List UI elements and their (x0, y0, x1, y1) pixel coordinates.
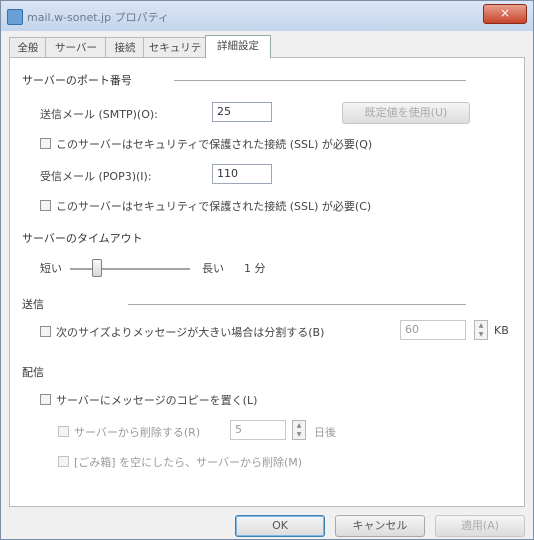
pop3-port-input[interactable]: 110 (212, 164, 272, 184)
split-size-unit: KB (494, 324, 509, 337)
delivery-section-title: 配信 (22, 366, 44, 379)
remove-when-deleted-checkbox[interactable] (58, 456, 69, 467)
timeout-slider-track[interactable] (70, 268, 190, 270)
leave-copy-label: サーバーにメッセージのコピーを置く(L) (56, 394, 258, 407)
tab-security[interactable]: セキュリティ (143, 37, 207, 74)
ports-divider (174, 80, 466, 81)
split-size-input[interactable]: 60 (400, 320, 466, 340)
tab-general[interactable]: 全般 (9, 37, 47, 58)
split-messages-label: 次のサイズよりメッセージが大きい場合は分割する(B) (56, 326, 325, 339)
split-size-spinner[interactable]: ▲ ▼ (474, 320, 488, 340)
send-section-title: 送信 (22, 298, 44, 311)
remove-after-days-input[interactable]: 5 (230, 420, 286, 440)
timeout-value: 1 分 (244, 262, 266, 275)
pop3-port-label: 受信メール (POP3)(I): (40, 170, 152, 183)
use-defaults-button[interactable]: 既定値を使用(U) (342, 102, 470, 124)
ports-section-title: サーバーのポート番号 (22, 74, 132, 87)
send-divider (128, 304, 466, 305)
remove-after-unit: 日後 (314, 426, 336, 439)
ssl-smtp-label: このサーバーはセキュリティで保護された接続 (SSL) が必要(Q) (56, 138, 373, 151)
cancel-button[interactable]: キャンセル (335, 515, 425, 537)
remove-when-deleted-label: [ごみ箱] を空にしたら、サーバーから削除(M) (74, 456, 303, 469)
title-bar: mail.w-sonet.jp プロパティ × (1, 1, 533, 31)
properties-dialog: mail.w-sonet.jp プロパティ × 全般 サーバー 接続 セキュリテ… (0, 0, 534, 540)
timeout-short-label: 短い (40, 262, 62, 275)
apply-button[interactable]: 適用(A) (435, 515, 525, 537)
tab-panel-advanced: サーバーのポート番号 送信メール (SMTP)(O): 25 既定値を使用(U)… (9, 57, 525, 507)
timeout-section-title: サーバーのタイムアウト (22, 232, 143, 245)
ssl-pop3-checkbox[interactable] (40, 200, 51, 211)
close-button[interactable]: × (483, 4, 527, 24)
window-title: mail.w-sonet.jp プロパティ (27, 11, 169, 24)
remove-after-label: サーバーから削除する(R) (74, 426, 201, 439)
ok-button[interactable]: OK (235, 515, 325, 537)
mail-account-icon (7, 9, 23, 25)
tab-servers[interactable]: サーバー (45, 37, 107, 58)
smtp-port-input[interactable]: 25 (212, 102, 272, 122)
timeout-slider-thumb[interactable] (92, 259, 102, 277)
tab-advanced[interactable]: 詳細設定 (205, 35, 271, 58)
remove-after-spinner[interactable]: ▲ ▼ (292, 420, 306, 440)
ssl-pop3-label: このサーバーはセキュリティで保護された接続 (SSL) が必要(C) (56, 200, 372, 213)
ssl-smtp-checkbox[interactable] (40, 138, 51, 149)
tab-connection[interactable]: 接続 (105, 37, 145, 58)
split-messages-checkbox[interactable] (40, 326, 51, 337)
timeout-long-label: 長い (202, 262, 224, 275)
leave-copy-checkbox[interactable] (40, 394, 51, 405)
smtp-port-label: 送信メール (SMTP)(O): (40, 108, 158, 121)
remove-after-checkbox[interactable] (58, 426, 69, 437)
